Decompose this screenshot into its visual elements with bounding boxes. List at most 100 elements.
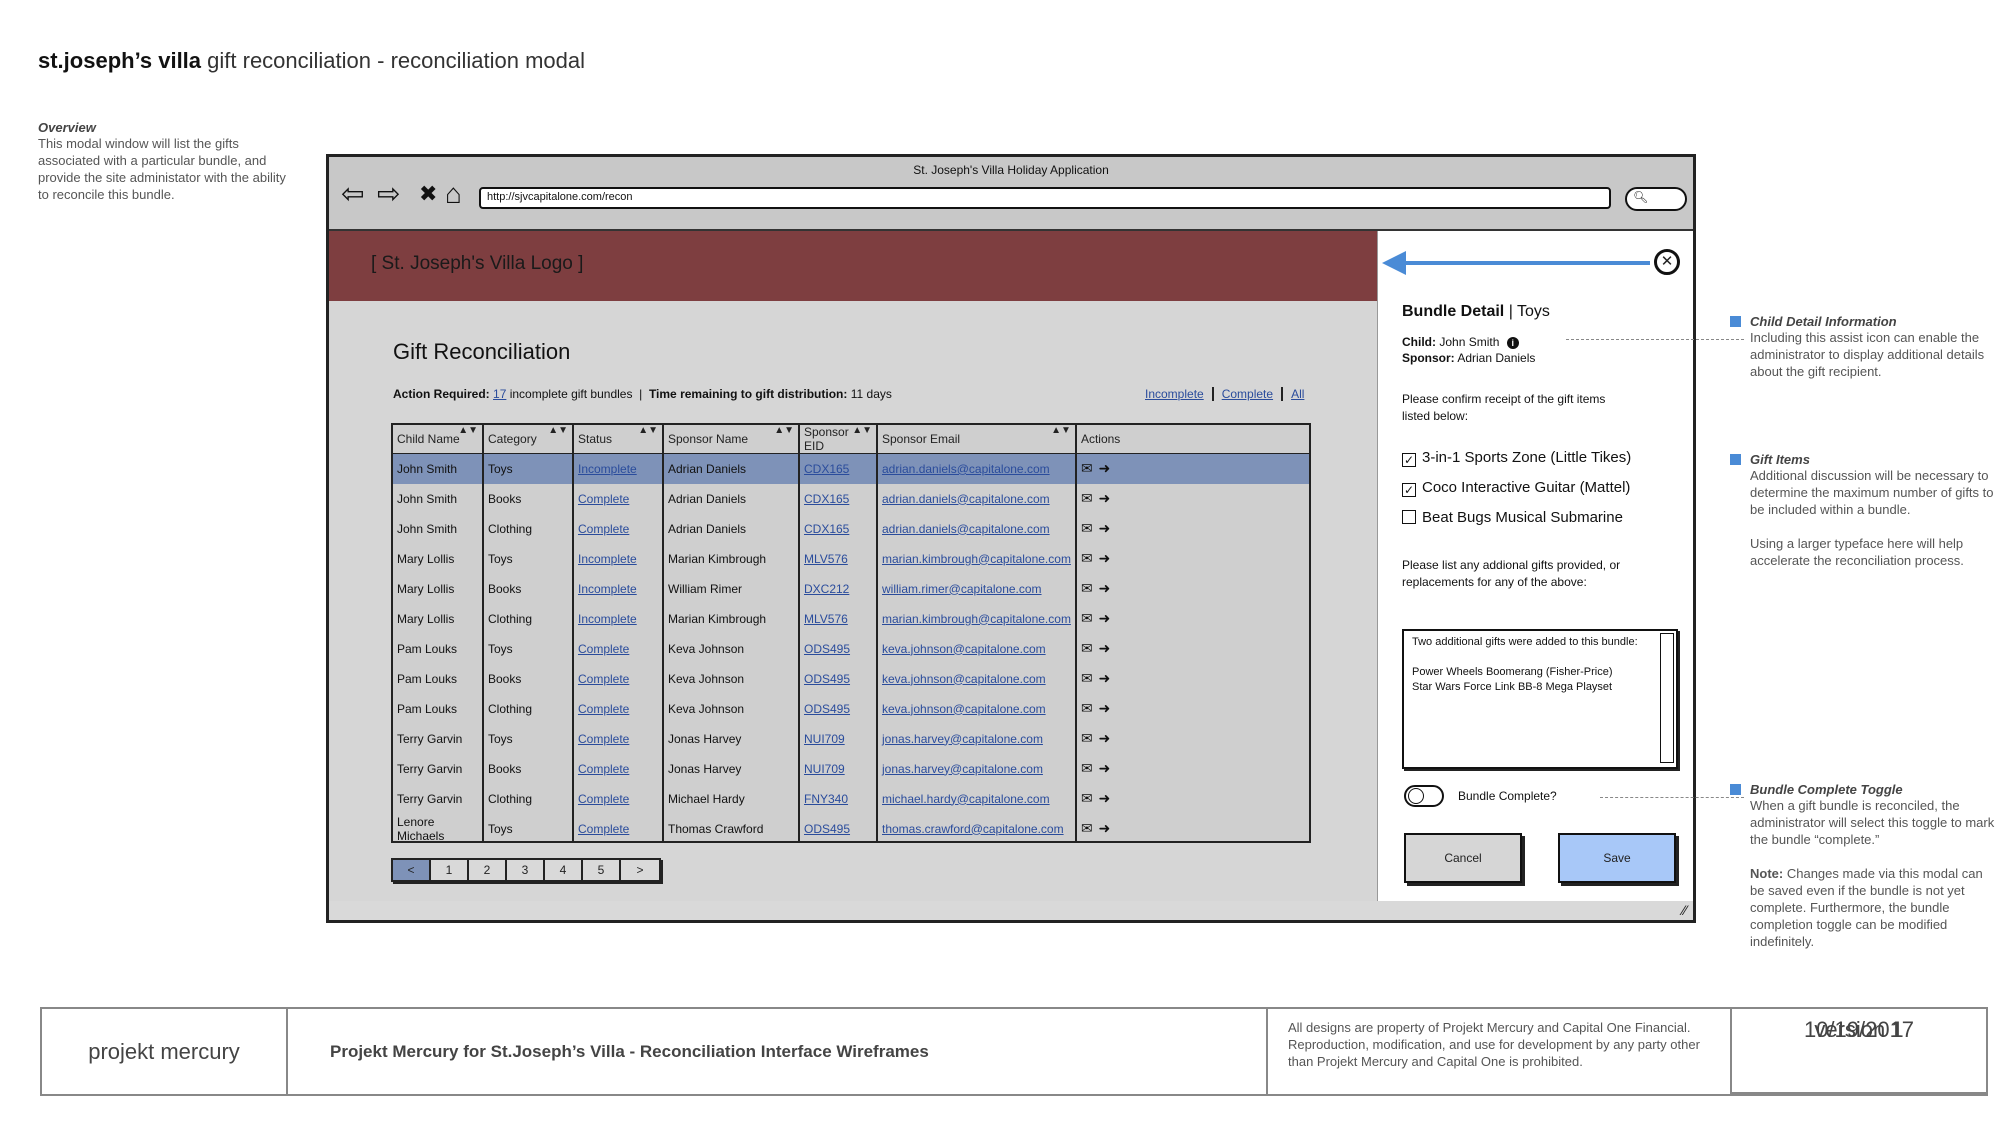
sponsor-email-link[interactable]: jonas.harvey@capitalone.com xyxy=(877,753,1077,784)
table-row[interactable]: Pam Louks Toys Complete Keva Johnson ODS495 k… xyxy=(393,633,1309,664)
sponsor-eid-link[interactable]: CDX165 xyxy=(799,483,878,514)
table-row[interactable]: John Smith Toys Incomplete Adrian Daniels CD… xyxy=(393,453,1309,484)
status-link[interactable]: Complete xyxy=(573,723,664,754)
status-link[interactable]: Incomplete xyxy=(573,543,664,574)
sponsor-email-link[interactable]: marian.kimbrough@capitalone.com xyxy=(877,543,1077,574)
sponsor-eid-link[interactable]: ODS495 xyxy=(799,693,878,724)
status-link[interactable]: Complete xyxy=(573,753,664,784)
email-icon[interactable]: ✉ xyxy=(1081,640,1099,656)
action-count-link[interactable]: 17 xyxy=(493,387,506,401)
table-row[interactable]: Mary Lollis Clothing Incomplete Marian Kimb… xyxy=(393,603,1309,634)
textarea-scrollbar[interactable] xyxy=(1660,633,1674,763)
open-bundle-icon[interactable]: ➜ xyxy=(1099,580,1117,596)
bundle-complete-toggle[interactable] xyxy=(1404,785,1444,807)
sponsor-email-link[interactable]: marian.kimbrough@capitalone.com xyxy=(877,603,1077,634)
filter-all[interactable]: All xyxy=(1283,387,1312,401)
additional-gifts-textarea[interactable]: Two additional gifts were added to this … xyxy=(1402,629,1678,769)
open-bundle-icon[interactable]: ➜ xyxy=(1099,670,1117,686)
status-link[interactable]: Complete xyxy=(573,633,664,664)
status-link[interactable]: Complete xyxy=(573,783,664,814)
email-icon[interactable]: ✉ xyxy=(1081,460,1099,476)
filter-complete[interactable]: Complete xyxy=(1213,387,1284,401)
open-bundle-icon[interactable]: ➜ xyxy=(1099,550,1117,566)
status-link[interactable]: Complete xyxy=(573,813,664,841)
sponsor-email-link[interactable]: michael.hardy@capitalone.com xyxy=(877,783,1077,814)
email-icon[interactable]: ✉ xyxy=(1081,730,1099,746)
table-row[interactable]: Terry Garvin Clothing Complete Michael Hard… xyxy=(393,783,1309,814)
gift-item-checkbox-2[interactable]: ✓ Coco Interactive Guitar (Mattel) xyxy=(1402,479,1630,497)
sponsor-eid-link[interactable]: ODS495 xyxy=(799,633,878,664)
sponsor-email-link[interactable]: william.rimer@capitalone.com xyxy=(877,573,1077,604)
table-row[interactable]: Lenore Michaels Toys Complete Thomas Crawfo… xyxy=(393,813,1309,841)
sponsor-eid-link[interactable]: FNY340 xyxy=(799,783,878,814)
email-icon[interactable]: ✉ xyxy=(1081,520,1099,536)
sponsor-eid-link[interactable]: MLV576 xyxy=(799,543,878,574)
open-bundle-icon[interactable]: ➜ xyxy=(1099,820,1117,836)
filter-incomplete[interactable]: Incomplete xyxy=(1137,387,1214,401)
open-bundle-icon[interactable]: ➜ xyxy=(1099,490,1117,506)
sponsor-email-link[interactable]: adrian.daniels@capitalone.com xyxy=(877,513,1077,544)
open-bundle-icon[interactable]: ➜ xyxy=(1099,610,1117,626)
gift-item-checkbox-1[interactable]: ✓ 3-in-1 Sports Zone (Little Tikes) xyxy=(1402,449,1631,467)
col-sponsor-name[interactable]: Sponsor Name ▲▼ xyxy=(663,425,800,454)
stop-icon[interactable]: ✖ xyxy=(419,179,437,209)
email-icon[interactable]: ✉ xyxy=(1081,670,1099,686)
sponsor-email-link[interactable]: keva.johnson@capitalone.com xyxy=(877,663,1077,694)
table-row[interactable]: Mary Lollis Toys Incomplete Marian Kimbroug… xyxy=(393,543,1309,574)
sponsor-eid-link[interactable]: CDX165 xyxy=(799,453,878,484)
open-bundle-icon[interactable]: ➜ xyxy=(1099,730,1117,746)
browser-search-input[interactable]: 🔍︎ xyxy=(1625,187,1687,211)
col-sponsor-eid[interactable]: Sponsor EID ▲▼ xyxy=(799,425,878,454)
save-button[interactable]: Save xyxy=(1558,833,1676,883)
page-3-button[interactable]: 3 xyxy=(507,860,545,880)
sponsor-eid-link[interactable]: NUI709 xyxy=(799,723,878,754)
page-1-button[interactable]: 1 xyxy=(431,860,469,880)
col-status[interactable]: Status ▲▼ xyxy=(573,425,664,454)
sponsor-email-link[interactable]: jonas.harvey@capitalone.com xyxy=(877,723,1077,754)
sponsor-email-link[interactable]: keva.johnson@capitalone.com xyxy=(877,633,1077,664)
url-input[interactable]: http://sjvcapitalone.com/recon xyxy=(479,187,1611,209)
page-next-button[interactable]: > xyxy=(621,860,659,880)
sponsor-eid-link[interactable]: MLV576 xyxy=(799,603,878,634)
info-icon[interactable]: i xyxy=(1506,337,1519,349)
page-4-button[interactable]: 4 xyxy=(545,860,583,880)
email-icon[interactable]: ✉ xyxy=(1081,550,1099,566)
col-child-name[interactable]: Child Name ▲▼ xyxy=(393,425,484,454)
back-arrow-line[interactable] xyxy=(1398,261,1650,265)
status-link[interactable]: Incomplete xyxy=(573,453,664,484)
page-2-button[interactable]: 2 xyxy=(469,860,507,880)
table-row[interactable]: Pam Louks Clothing Complete Keva Johnson ODS… xyxy=(393,693,1309,724)
table-row[interactable]: John Smith Books Complete Adrian Daniels CDX… xyxy=(393,483,1309,514)
back-icon[interactable]: ⇦ xyxy=(341,179,364,209)
sponsor-email-link[interactable]: adrian.daniels@capitalone.com xyxy=(877,483,1077,514)
col-sponsor-email[interactable]: Sponsor Email ▲▼ xyxy=(877,425,1077,454)
gift-item-checkbox-3[interactable]: Beat Bugs Musical Submarine xyxy=(1402,509,1623,526)
status-link[interactable]: Complete xyxy=(573,513,664,544)
open-bundle-icon[interactable]: ➜ xyxy=(1099,640,1117,656)
table-row[interactable]: Mary Lollis Books Incomplete William Rimer D… xyxy=(393,573,1309,604)
status-link[interactable]: Complete xyxy=(573,483,664,514)
col-category[interactable]: Category ▲▼ xyxy=(483,425,574,454)
table-row[interactable]: Pam Louks Books Complete Keva Johnson ODS495… xyxy=(393,663,1309,694)
sponsor-eid-link[interactable]: ODS495 xyxy=(799,663,878,694)
status-link[interactable]: Complete xyxy=(573,693,664,724)
sponsor-email-link[interactable]: keva.johnson@capitalone.com xyxy=(877,693,1077,724)
resize-handle-icon[interactable]: ⁄⁄ xyxy=(1682,902,1687,918)
email-icon[interactable]: ✉ xyxy=(1081,610,1099,626)
home-icon[interactable]: ⌂ xyxy=(445,179,462,209)
table-row[interactable]: John Smith Clothing Complete Adrian Daniels… xyxy=(393,513,1309,544)
open-bundle-icon[interactable]: ➜ xyxy=(1099,700,1117,716)
open-bundle-icon[interactable]: ➜ xyxy=(1099,790,1117,806)
status-link[interactable]: Incomplete xyxy=(573,603,664,634)
email-icon[interactable]: ✉ xyxy=(1081,490,1099,506)
close-icon[interactable]: ✕ xyxy=(1654,249,1680,275)
status-link[interactable]: Incomplete xyxy=(573,573,664,604)
email-icon[interactable]: ✉ xyxy=(1081,700,1099,716)
cancel-button[interactable]: Cancel xyxy=(1404,833,1522,883)
sponsor-eid-link[interactable]: DXC212 xyxy=(799,573,878,604)
open-bundle-icon[interactable]: ➜ xyxy=(1099,460,1117,476)
page-5-button[interactable]: 5 xyxy=(583,860,621,880)
open-bundle-icon[interactable]: ➜ xyxy=(1099,760,1117,776)
email-icon[interactable]: ✉ xyxy=(1081,820,1099,836)
sponsor-email-link[interactable]: thomas.crawford@capitalone.com xyxy=(877,813,1077,841)
